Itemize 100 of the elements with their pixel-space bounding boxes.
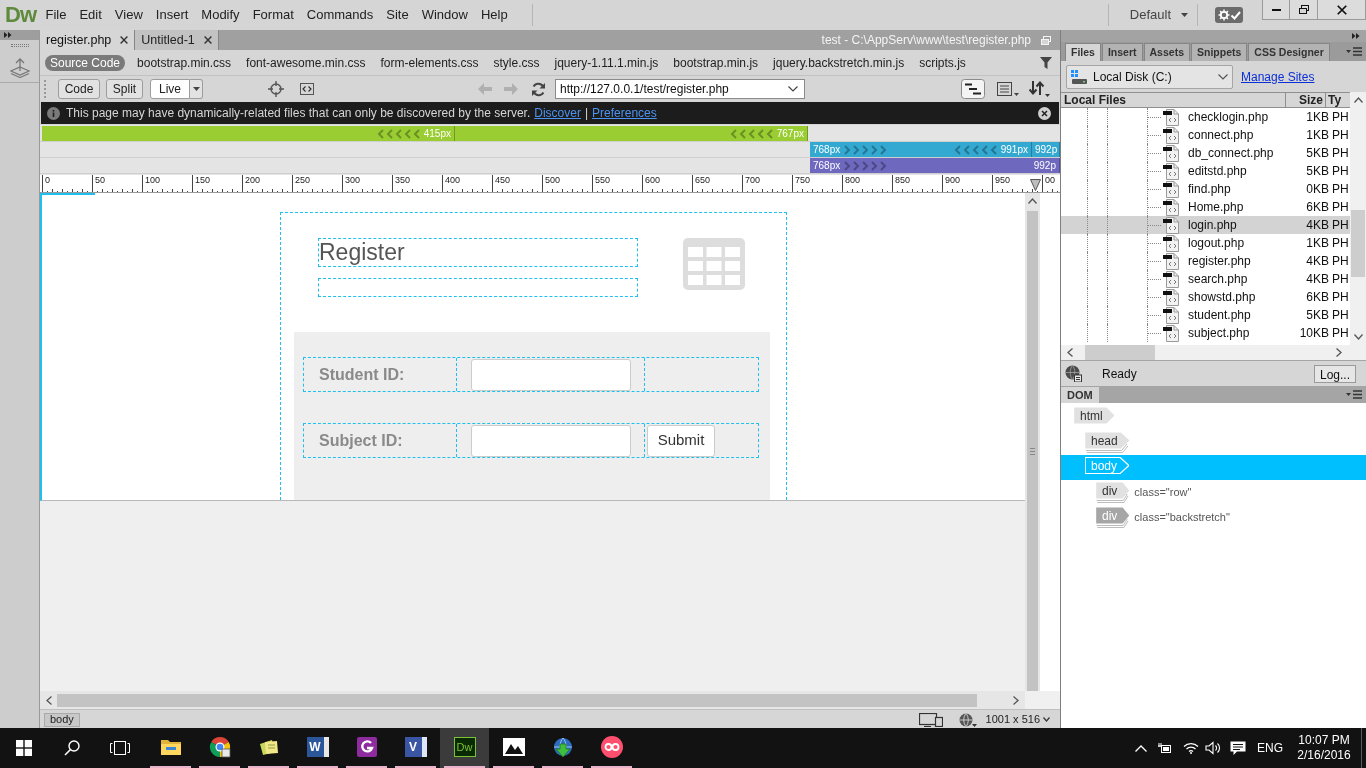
panel-tab[interactable]: Assets (1143, 43, 1190, 61)
chevron-up-icon[interactable] (1135, 744, 1147, 752)
scrollbar-thumb[interactable] (57, 693, 977, 707)
volume-icon[interactable] (1205, 741, 1221, 755)
scroll-left-icon[interactable] (1067, 348, 1073, 357)
panel-tab[interactable]: Files (1065, 43, 1101, 61)
vertical-scrollbar[interactable] (1350, 92, 1366, 345)
scroll-right-icon[interactable] (1336, 348, 1342, 357)
scrollbar-thumb[interactable] (1085, 345, 1155, 360)
related-file-tab[interactable]: bootstrap.min.js (673, 54, 759, 71)
menu-item[interactable]: File (39, 5, 73, 25)
site-dropdown[interactable]: Local Disk (C:) (1066, 64, 1233, 89)
info-link[interactable]: Preferences (592, 104, 657, 122)
file-name: register.php (1188, 253, 1252, 270)
chevrons-icon (729, 128, 774, 139)
close-button[interactable] (1318, 0, 1366, 20)
scroll-right-icon[interactable] (1013, 695, 1019, 705)
restore-button[interactable] (1290, 0, 1318, 20)
taskbar-clock[interactable]: 10:07 PM 2/16/2016 (1295, 733, 1353, 763)
scrollbar-thumb[interactable] (1351, 210, 1365, 277)
sort-icon[interactable] (1029, 80, 1051, 98)
panel-menu-icon[interactable] (1346, 47, 1362, 56)
scroll-left-icon[interactable] (46, 695, 52, 705)
document-tab[interactable]: Untitled-1 (135, 30, 219, 50)
vertical-scrollbar[interactable] (1025, 193, 1040, 691)
related-file-tab[interactable]: jquery.backstretch.min.js (773, 54, 905, 71)
globe-icon[interactable] (958, 712, 977, 727)
battery-icon[interactable] (1158, 742, 1172, 754)
tag-selector[interactable]: body (44, 712, 80, 727)
menu-item[interactable]: Window (415, 5, 475, 25)
view-mode-button[interactable]: Code (58, 79, 100, 99)
text-input-field[interactable] (471, 424, 631, 457)
double-chevron-icon[interactable] (1352, 33, 1360, 39)
code-inspect-icon[interactable] (300, 83, 314, 95)
window-size-dropdown[interactable]: 1001 x 516 (985, 711, 1050, 728)
scrollbar-thumb[interactable] (1027, 211, 1038, 691)
related-file-tab[interactable]: form-elements.css (380, 54, 479, 71)
list-view-icon[interactable] (996, 80, 1020, 98)
document-tab[interactable]: register.php (40, 30, 136, 50)
related-file-tab[interactable]: jquery-1.11.1.min.js (554, 54, 659, 71)
close-icon[interactable] (203, 36, 212, 44)
related-file-tab[interactable]: bootstrap.min.css (137, 54, 232, 71)
device-icon[interactable] (918, 712, 943, 727)
view-mode-button[interactable]: Split (106, 79, 143, 99)
manage-sites-link[interactable]: Manage Sites (1241, 67, 1315, 86)
menu-item[interactable]: Modify (194, 5, 247, 25)
workspace-switcher[interactable]: Default (1129, 5, 1188, 25)
text-input-field[interactable] (471, 358, 631, 391)
panel-tab[interactable]: DOM (1061, 387, 1099, 403)
view-mode-dropdown[interactable] (190, 79, 203, 99)
horizontal-scrollbar[interactable] (40, 691, 1025, 709)
horizontal-scrollbar[interactable] (1061, 345, 1366, 360)
taskbar-app-button[interactable]: Dw (440, 728, 489, 768)
panel-tab[interactable]: Snippets (1191, 43, 1248, 61)
related-file-tab[interactable]: font-awesome.min.css (246, 54, 366, 71)
minimize-button[interactable] (1262, 0, 1290, 20)
structure-icon[interactable] (961, 79, 985, 99)
scroll-up-icon[interactable] (1353, 97, 1363, 103)
scroll-up-icon[interactable] (1028, 198, 1037, 204)
crosshair-icon[interactable] (268, 81, 284, 97)
menu-item[interactable]: Commands (300, 5, 380, 25)
column-header: Ty (1327, 93, 1342, 107)
refresh-icon[interactable] (531, 81, 546, 97)
log-button[interactable]: Log... (1313, 364, 1356, 383)
chevron-down-icon[interactable] (788, 86, 798, 92)
panel-tab[interactable]: CSS Designer (1248, 43, 1330, 61)
close-icon[interactable] (120, 36, 129, 44)
scroll-down-icon[interactable] (1353, 334, 1363, 340)
close-icon[interactable] (1336, 4, 1347, 15)
file-row[interactable]: login.php 4KB PH (1061, 216, 1350, 234)
gear-check-icon[interactable] (1215, 7, 1243, 23)
media-query-bar[interactable]: 768px 992p (810, 158, 1060, 173)
menu-item[interactable]: Format (246, 5, 301, 25)
file-name: find.php (1188, 181, 1232, 198)
view-mode-button[interactable]: Live (150, 79, 190, 99)
panel-tab[interactable]: Insert (1101, 43, 1143, 61)
language-indicator[interactable]: ENG (1257, 739, 1283, 757)
wifi-icon[interactable] (1183, 742, 1199, 754)
notification-icon[interactable] (1230, 740, 1246, 756)
file-size: 4KB (1305, 217, 1329, 234)
close-icon[interactable] (1038, 106, 1051, 120)
filter-icon[interactable] (1040, 56, 1052, 69)
address-field[interactable]: http://127.0.0.1/test/register.php (555, 79, 805, 99)
menu-item[interactable]: Help (474, 5, 515, 25)
file-type: PH (1332, 235, 1350, 252)
taskbar-app-button[interactable]: W (293, 728, 342, 768)
panel-menu-icon[interactable] (1346, 390, 1362, 399)
menu-item[interactable]: Edit (72, 5, 109, 25)
related-file-tab[interactable]: scripts.js (919, 54, 966, 71)
menu-item[interactable]: Site (379, 5, 416, 25)
info-link[interactable]: Discover (534, 104, 581, 122)
related-file-tab[interactable]: Source Code (45, 54, 126, 71)
submit-button[interactable]: Submit (647, 424, 715, 457)
related-file-tab[interactable]: style.css (493, 54, 540, 71)
double-chevron-icon[interactable] (4, 32, 12, 38)
menu-item[interactable]: Insert (149, 5, 195, 25)
restore-icon[interactable] (1298, 5, 1309, 14)
menu-item[interactable]: View (108, 5, 150, 25)
width-marker-icon[interactable] (1030, 179, 1041, 191)
taskbar-app-button[interactable]: V (391, 728, 440, 768)
